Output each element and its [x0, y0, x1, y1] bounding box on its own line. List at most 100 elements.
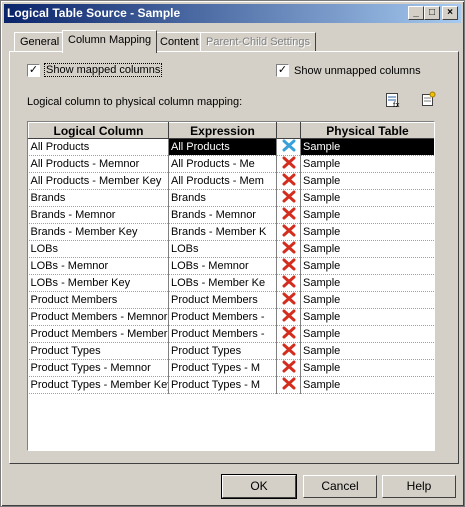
expression-cell[interactable]: Product Types - M: [168, 359, 277, 377]
logical-column-cell[interactable]: Brands - Member Key: [28, 223, 169, 241]
delete-icon[interactable]: [282, 292, 296, 305]
maximize-button[interactable]: □: [424, 6, 440, 20]
delete-icon[interactable]: [282, 173, 296, 186]
delete-mapping-cell[interactable]: [276, 240, 301, 258]
delete-mapping-cell[interactable]: [276, 223, 301, 241]
expression-builder-icon[interactable]: fx: [385, 92, 401, 109]
tab-general[interactable]: General: [14, 32, 66, 52]
expression-cell[interactable]: LOBs - Memnor: [168, 257, 277, 275]
delete-mapping-cell[interactable]: [276, 342, 301, 360]
delete-icon[interactable]: [282, 343, 296, 356]
delete-mapping-cell[interactable]: [276, 325, 301, 343]
delete-mapping-cell[interactable]: [276, 138, 301, 156]
delete-icon[interactable]: [282, 326, 296, 339]
logical-column-cell[interactable]: All Products - Memnor: [28, 155, 169, 173]
delete-icon[interactable]: [282, 275, 296, 288]
table-row[interactable]: LOBs - Member Key LOBs - Member Ke Sample: [28, 274, 434, 292]
delete-icon[interactable]: [282, 258, 296, 271]
show-unmapped-checkbox[interactable]: ✓: [276, 64, 289, 77]
header-expression[interactable]: Expression: [168, 122, 277, 139]
delete-mapping-cell[interactable]: [276, 359, 301, 377]
table-row[interactable]: Product Types - Memnor Product Types - M S…: [28, 359, 434, 377]
expression-cell[interactable]: All Products - Mem: [168, 172, 277, 190]
logical-column-cell[interactable]: LOBs - Memnor: [28, 257, 169, 275]
delete-icon[interactable]: [282, 190, 296, 203]
title-bar[interactable]: Logical Table Source - Sample _ □ ×: [4, 4, 461, 23]
expression-cell[interactable]: Product Members -: [168, 325, 277, 343]
table-row[interactable]: Brands - Memnor Brands - Memnor Sample: [28, 206, 434, 224]
show-unmapped-label[interactable]: Show unmapped columns: [294, 65, 421, 77]
logical-column-cell[interactable]: LOBs: [28, 240, 169, 258]
delete-icon[interactable]: [282, 360, 296, 373]
ok-button[interactable]: OK: [221, 474, 297, 499]
delete-icon[interactable]: [282, 241, 296, 254]
expression-cell[interactable]: Product Types - M: [168, 376, 277, 394]
delete-icon[interactable]: [282, 207, 296, 220]
new-mapping-icon[interactable]: [420, 91, 436, 107]
tab-column-mapping[interactable]: Column Mapping: [62, 30, 158, 53]
expression-cell[interactable]: Product Members: [168, 291, 277, 309]
delete-mapping-cell[interactable]: [276, 172, 301, 190]
table-row[interactable]: LOBs - Memnor LOBs - Memnor Sample: [28, 257, 434, 275]
logical-column-cell[interactable]: All Products: [28, 138, 169, 156]
table-row[interactable]: All Products - Memnor All Products - Me Sa…: [28, 155, 434, 173]
physical-table-cell[interactable]: Sample: [300, 308, 434, 326]
expression-cell[interactable]: Brands: [168, 189, 277, 207]
logical-column-cell[interactable]: Brands - Memnor: [28, 206, 169, 224]
delete-mapping-cell[interactable]: [276, 376, 301, 394]
expression-cell[interactable]: All Products - Me: [168, 155, 277, 173]
show-mapped-label[interactable]: Show mapped columns: [44, 63, 163, 77]
expression-cell[interactable]: Brands - Memnor: [168, 206, 277, 224]
physical-table-cell[interactable]: Sample: [300, 223, 434, 241]
delete-icon[interactable]: [282, 224, 296, 237]
delete-mapping-cell[interactable]: [276, 155, 301, 173]
logical-column-cell[interactable]: Product Types - Member Key: [28, 376, 169, 394]
header-physical-table[interactable]: Physical Table: [300, 122, 434, 139]
table-row[interactable]: Brands Brands Sample: [28, 189, 434, 207]
mapping-grid[interactable]: Logical Column Expression Physical Table…: [27, 121, 435, 451]
delete-mapping-cell[interactable]: [276, 206, 301, 224]
physical-table-cell[interactable]: Sample: [300, 138, 434, 156]
table-row[interactable]: All Products All Products Sample: [28, 138, 434, 156]
delete-mapping-cell[interactable]: [276, 274, 301, 292]
expression-cell[interactable]: Product Members -: [168, 308, 277, 326]
cancel-button[interactable]: Cancel: [303, 475, 377, 498]
header-logical-column[interactable]: Logical Column: [28, 122, 169, 139]
delete-icon[interactable]: [282, 377, 296, 390]
table-row[interactable]: Product Members - Memnor Product Members …: [28, 308, 434, 326]
physical-table-cell[interactable]: Sample: [300, 376, 434, 394]
physical-table-cell[interactable]: Sample: [300, 291, 434, 309]
logical-column-cell[interactable]: Product Members: [28, 291, 169, 309]
logical-column-cell[interactable]: Product Types - Memnor: [28, 359, 169, 377]
physical-table-cell[interactable]: Sample: [300, 240, 434, 258]
table-row[interactable]: Product Types Product Types Sample: [28, 342, 434, 360]
physical-table-cell[interactable]: Sample: [300, 325, 434, 343]
physical-table-cell[interactable]: Sample: [300, 274, 434, 292]
delete-mapping-cell[interactable]: [276, 291, 301, 309]
table-row[interactable]: Product Members - Member Product Members …: [28, 325, 434, 343]
table-row[interactable]: Product Members Product Members Sample: [28, 291, 434, 309]
delete-mapping-cell[interactable]: [276, 308, 301, 326]
expression-cell[interactable]: LOBs - Member Ke: [168, 274, 277, 292]
logical-column-cell[interactable]: All Products - Member Key: [28, 172, 169, 190]
physical-table-cell[interactable]: Sample: [300, 172, 434, 190]
delete-icon[interactable]: [282, 309, 296, 322]
expression-cell[interactable]: LOBs: [168, 240, 277, 258]
table-row[interactable]: LOBs LOBs Sample: [28, 240, 434, 258]
delete-mapping-cell[interactable]: [276, 257, 301, 275]
delete-icon[interactable]: [282, 139, 296, 152]
help-button[interactable]: Help: [382, 475, 456, 498]
physical-table-cell[interactable]: Sample: [300, 206, 434, 224]
logical-column-cell[interactable]: Brands: [28, 189, 169, 207]
physical-table-cell[interactable]: Sample: [300, 155, 434, 173]
delete-mapping-cell[interactable]: [276, 189, 301, 207]
physical-table-cell[interactable]: Sample: [300, 257, 434, 275]
delete-icon[interactable]: [282, 156, 296, 169]
expression-cell[interactable]: Brands - Member K: [168, 223, 277, 241]
show-mapped-checkbox[interactable]: ✓: [27, 64, 40, 77]
minimize-button[interactable]: _: [408, 6, 424, 20]
logical-column-cell[interactable]: Product Members - Memnor: [28, 308, 169, 326]
logical-column-cell[interactable]: Product Members - Member: [28, 325, 169, 343]
table-row[interactable]: All Products - Member Key All Products - …: [28, 172, 434, 190]
table-row[interactable]: Product Types - Member Key Product Types …: [28, 376, 434, 394]
